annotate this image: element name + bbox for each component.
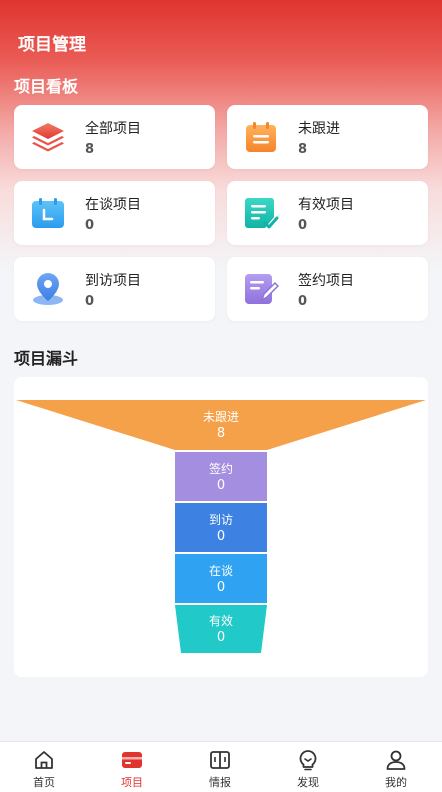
clipboard-icon: [246, 122, 276, 152]
user-icon: [386, 750, 406, 770]
book-icon: [210, 751, 230, 769]
funnel-stage-label: 有效: [209, 613, 233, 628]
document-check-icon: [245, 198, 279, 229]
funnel-chart: 未跟进 8 签约 0 到访 0 在谈 0 有效 0: [16, 400, 426, 653]
tab-label: 项目: [121, 776, 143, 789]
card-label: 全部项目: [85, 121, 141, 137]
project-funnel-title: 项目漏斗: [14, 349, 79, 368]
card-count: 0: [85, 294, 95, 309]
card-signed-projects[interactable]: 签约项目 0: [227, 257, 428, 321]
card-count: 8: [85, 142, 95, 157]
tab-home[interactable]: 首页: [0, 742, 88, 792]
card-visited-projects[interactable]: 到访项目 0: [14, 257, 215, 321]
page-title: 项目管理: [18, 35, 86, 55]
calendar-icon: [32, 198, 64, 228]
bottom-tab-bar: 首页 项目 情报 发现 我的: [0, 741, 442, 792]
funnel-stage-visited[interactable]: [175, 503, 267, 552]
funnel-stage-not-followed[interactable]: [16, 400, 426, 450]
card-label: 到访项目: [85, 273, 141, 289]
card-count: 0: [298, 218, 308, 233]
card-count: 0: [85, 218, 95, 233]
project-card-icon: [122, 752, 142, 768]
card-label: 在谈项目: [85, 197, 141, 213]
funnel-stage-value: 0: [217, 478, 225, 493]
tab-discover[interactable]: 发现: [264, 742, 352, 792]
tab-mine[interactable]: 我的: [352, 742, 440, 792]
funnel-chart-card: 未跟进 8 签约 0 到访 0 在谈 0 有效 0: [14, 377, 428, 677]
card-count: 0: [298, 294, 308, 309]
tab-projects[interactable]: 项目: [88, 742, 176, 792]
funnel-stage-label: 未跟进: [203, 410, 239, 424]
funnel-stage-label: 在谈: [209, 564, 233, 578]
card-not-followed[interactable]: 未跟进 8: [227, 105, 428, 169]
tab-label: 情报: [209, 776, 231, 789]
card-all-projects[interactable]: 全部项目 8: [14, 105, 215, 169]
tab-label: 我的: [385, 776, 407, 789]
tab-intelligence[interactable]: 情报: [176, 742, 264, 792]
card-negotiating-projects[interactable]: 在谈项目 0: [14, 181, 215, 245]
funnel-stage-negotiating[interactable]: [175, 554, 267, 603]
funnel-stage-value: 8: [217, 426, 225, 441]
card-valid-projects[interactable]: 有效项目 0: [227, 181, 428, 245]
stack-icon: [32, 123, 64, 152]
project-board-title: 项目看板: [14, 77, 79, 96]
card-label: 未跟进: [298, 121, 340, 137]
card-label: 有效项目: [298, 197, 354, 213]
card-label: 签约项目: [298, 273, 354, 289]
funnel-stage-value: 0: [217, 580, 225, 595]
funnel-stage-value: 0: [217, 529, 225, 544]
tab-label: 发现: [297, 776, 319, 789]
document-pen-icon: [245, 274, 279, 304]
funnel-stage-label: 签约: [209, 461, 233, 476]
location-pin-icon: [33, 273, 63, 305]
card-count: 8: [298, 142, 308, 157]
funnel-stage-valid[interactable]: [175, 605, 267, 653]
bulb-icon: [299, 750, 317, 771]
tab-label: 首页: [33, 776, 55, 789]
funnel-stage-value: 0: [217, 630, 225, 645]
home-icon: [35, 751, 53, 769]
funnel-stage-signed[interactable]: [175, 452, 267, 501]
funnel-stage-label: 到访: [209, 513, 233, 527]
